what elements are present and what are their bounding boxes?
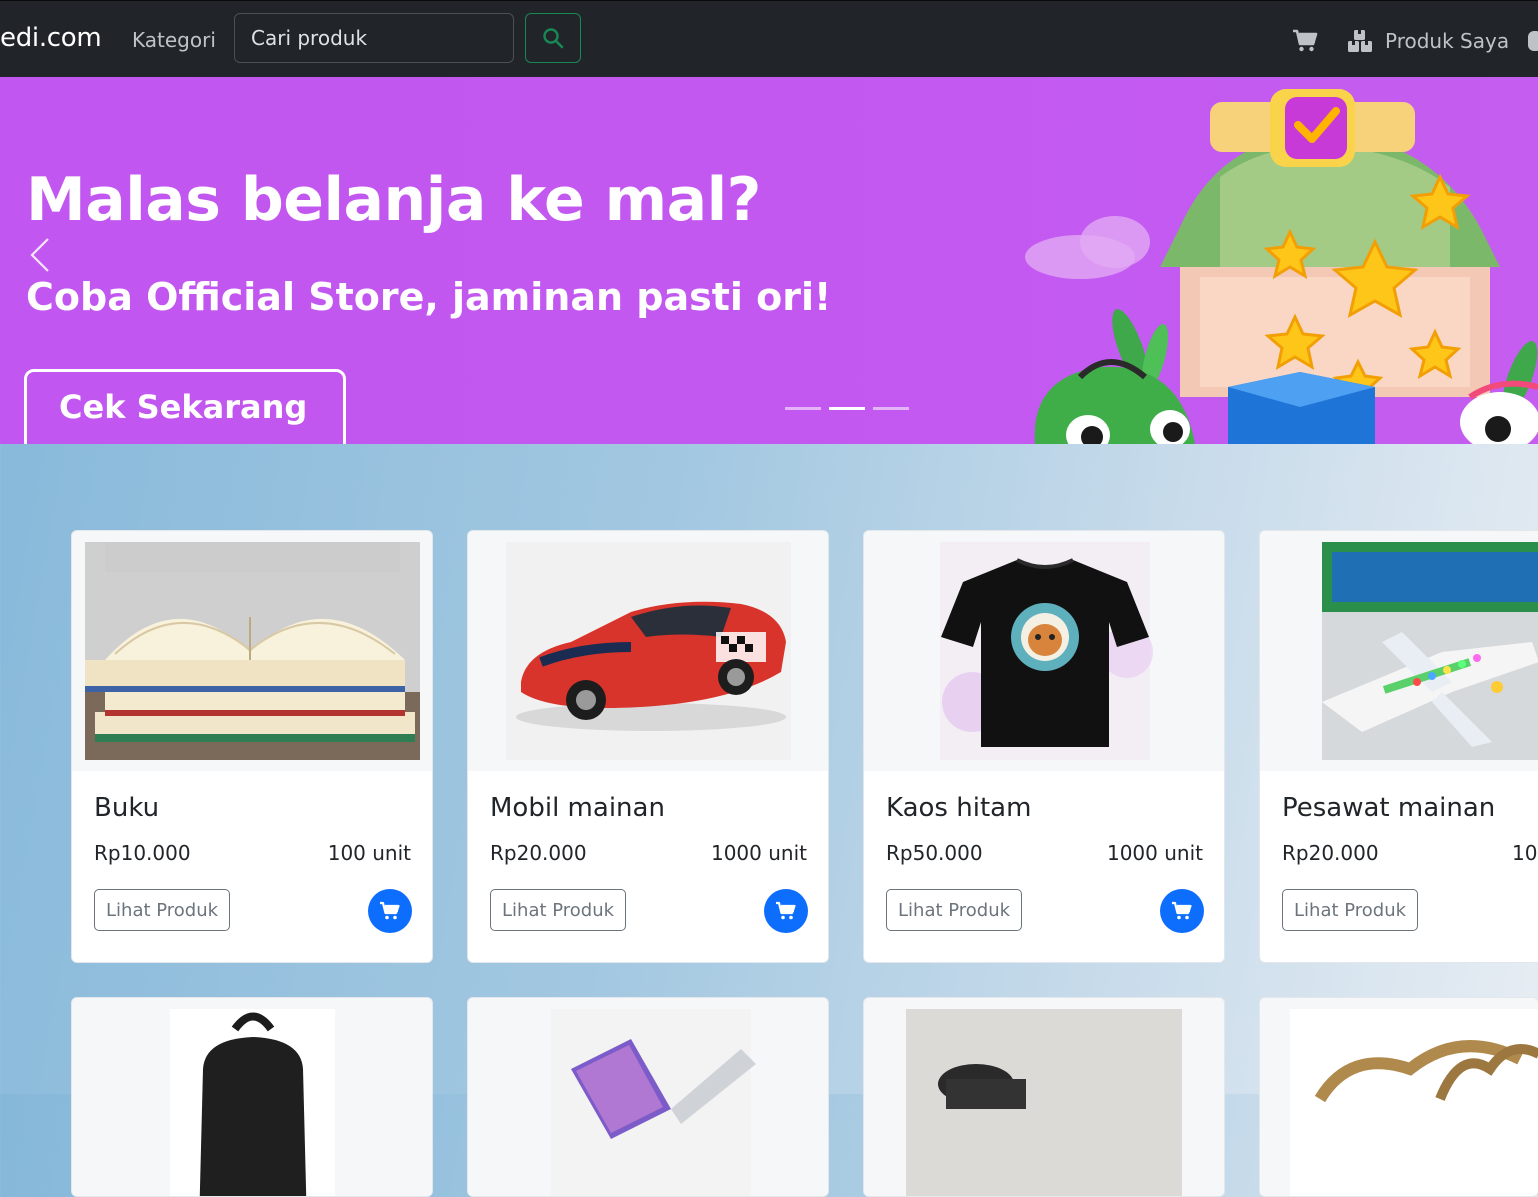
product-card: Pesawat mainan Rp20.000 1000 unit Lihat …	[1259, 530, 1538, 963]
product-name: Buku	[94, 793, 160, 823]
product-image-toy-airplane[interactable]	[1322, 542, 1538, 760]
product-price: Rp20.000	[490, 841, 587, 865]
search-input[interactable]	[234, 13, 514, 63]
product-stock: 1000 unit	[1512, 841, 1538, 865]
product-image-item[interactable]	[906, 1009, 1182, 1197]
product-image-frame	[468, 531, 828, 771]
banner-subheading: Coba Official Store, jaminan pasti ori!	[26, 275, 832, 319]
product-image-laptop[interactable]	[481, 1009, 816, 1197]
product-stock: 1000 unit	[1106, 841, 1203, 865]
product-card	[863, 997, 1225, 1197]
banner-cta-button[interactable]: Cek Sekarang	[24, 369, 346, 444]
nav-produk-saya-link[interactable]: Produk Saya	[1347, 25, 1509, 57]
product-image-frame	[72, 531, 432, 771]
search-icon	[543, 28, 564, 49]
product-stock: 100 unit	[327, 841, 411, 865]
cart-icon	[380, 901, 400, 920]
carousel-indicators	[785, 407, 909, 410]
carousel-indicator-active[interactable]	[829, 407, 865, 410]
carousel-indicator[interactable]	[785, 407, 821, 410]
brand-logo[interactable]: edi.com	[0, 23, 102, 53]
product-image-frame	[864, 531, 1224, 771]
boxes-icon	[1348, 30, 1372, 52]
view-product-button[interactable]: Lihat Produk	[94, 889, 231, 931]
banner-heading: Malas belanja ke mal?	[26, 165, 761, 235]
product-image-frame	[468, 998, 828, 1197]
product-image-black-tshirt[interactable]	[877, 542, 1212, 760]
product-price: Rp20.000	[1282, 841, 1379, 865]
nav-kategori-link[interactable]: Kategori	[132, 28, 216, 52]
promo-carousel: Malas belanja ke mal? Coba Official Stor…	[0, 77, 1538, 444]
product-card	[467, 997, 829, 1197]
product-card: Buku Rp10.000 100 unit Lihat Produk	[71, 530, 433, 963]
add-to-cart-button[interactable]	[1160, 889, 1204, 933]
view-product-button[interactable]: Lihat Produk	[1282, 889, 1419, 931]
product-card	[71, 997, 433, 1197]
product-image-toy-car[interactable]	[481, 542, 816, 760]
add-to-cart-button[interactable]	[764, 889, 808, 933]
view-product-button[interactable]: Lihat Produk	[886, 889, 1023, 931]
add-to-cart-button[interactable]	[368, 889, 412, 933]
product-name: Mobil mainan	[490, 793, 665, 823]
product-price: Rp10.000	[94, 841, 191, 865]
product-card: Kaos hitam Rp50.000 1000 unit Lihat Prod…	[863, 530, 1225, 963]
store-illustration	[1025, 89, 1538, 444]
user-menu-icon[interactable]	[1528, 31, 1538, 51]
product-image-frame	[1260, 998, 1538, 1197]
product-image-rope[interactable]	[1290, 1009, 1538, 1197]
top-navbar: edi.com Kategori Produk Saya	[0, 0, 1538, 77]
product-image-frame	[72, 998, 432, 1197]
chevron-left-icon	[30, 238, 49, 272]
product-stock: 1000 unit	[710, 841, 807, 865]
product-image-frame	[864, 998, 1224, 1197]
carousel-prev-button[interactable]	[28, 235, 54, 275]
carousel-indicator[interactable]	[873, 407, 909, 410]
product-image-books[interactable]	[85, 542, 420, 760]
product-card: Mobil mainan Rp20.000 1000 unit Lihat Pr…	[467, 530, 829, 963]
product-name: Kaos hitam	[886, 793, 1032, 823]
cart-icon	[1172, 901, 1192, 920]
product-name: Pesawat mainan	[1282, 793, 1496, 823]
cart-icon	[1293, 29, 1318, 52]
nav-produk-saya-label: Produk Saya	[1385, 29, 1510, 53]
product-card	[1259, 997, 1538, 1197]
product-grid: Buku Rp10.000 100 unit Lihat Produk Mobi…	[0, 444, 1538, 1197]
search-button[interactable]	[525, 13, 581, 63]
product-price: Rp50.000	[886, 841, 983, 865]
product-image-backpack[interactable]	[85, 1009, 420, 1197]
view-product-button[interactable]: Lihat Produk	[490, 889, 627, 931]
cart-icon	[776, 901, 796, 920]
nav-cart-button[interactable]	[1290, 25, 1320, 55]
product-image-frame	[1260, 531, 1538, 771]
